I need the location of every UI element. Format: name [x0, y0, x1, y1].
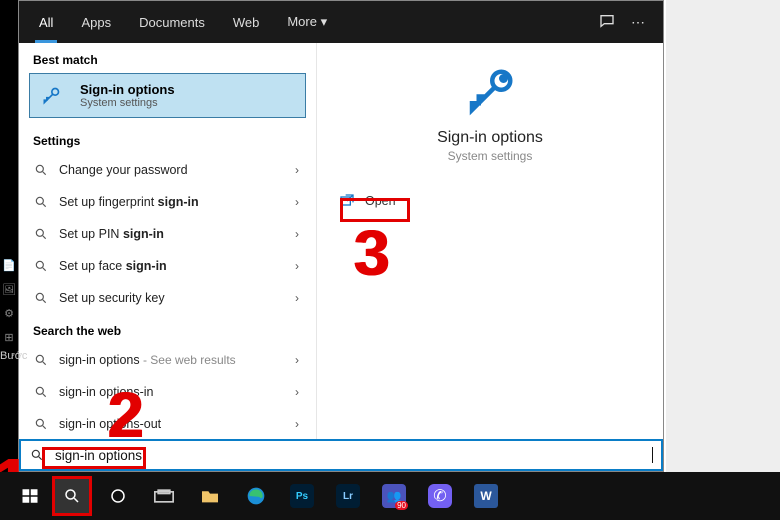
web-result-item[interactable]: sign-in options-out› — [19, 408, 316, 439]
result-label: sign-in options-out — [59, 417, 292, 431]
taskbar-viber-icon[interactable]: ✆ — [420, 476, 460, 516]
chevron-right-icon: › — [292, 291, 302, 305]
detail-title: Sign-in options — [333, 129, 647, 147]
tab-web[interactable]: Web — [219, 1, 274, 43]
search-icon — [33, 194, 49, 210]
taskbar-search-icon[interactable] — [52, 476, 92, 516]
search-icon — [33, 226, 49, 242]
taskbar-lightroom-icon[interactable]: Lr — [328, 476, 368, 516]
buoc-label: Bước — [0, 350, 27, 362]
screenshot-frame: 📄 🖼 ⚙ ⊞ All Apps Documents Web More ▾ ⋯ … — [0, 0, 780, 520]
tab-apps[interactable]: Apps — [67, 1, 125, 43]
right-gutter — [666, 0, 780, 472]
detail-subtitle: System settings — [333, 149, 647, 163]
open-action[interactable]: Open — [333, 189, 647, 213]
results-column: Best match Sign-in options System settin… — [19, 43, 317, 439]
web-header: Search the web — [19, 314, 316, 344]
key-icon-large — [463, 65, 517, 119]
settings-result-item[interactable]: Set up face sign-in› — [19, 250, 316, 282]
open-label: Open — [365, 194, 396, 208]
web-result-item[interactable]: sign-in options - See web results› — [19, 344, 316, 376]
search-icon — [33, 290, 49, 306]
strip-icon: ⊞ — [0, 328, 18, 346]
tabs-right-icons: ⋯ — [599, 13, 657, 32]
chevron-right-icon: › — [292, 385, 302, 399]
best-match-title: Sign-in options — [80, 82, 175, 97]
web-result-item[interactable]: sign-in options-in› — [19, 376, 316, 408]
strip-icon: 🖼 — [0, 280, 18, 298]
chevron-right-icon: › — [292, 163, 302, 177]
search-tabs: All Apps Documents Web More ▾ ⋯ — [19, 1, 663, 43]
tab-documents[interactable]: Documents — [125, 1, 219, 43]
tab-more[interactable]: More ▾ — [273, 1, 341, 43]
settings-header: Settings — [19, 124, 316, 154]
taskbar-explorer-icon[interactable] — [190, 476, 230, 516]
strip-icon: 📄 — [0, 256, 18, 274]
result-label: Set up PIN sign-in — [59, 227, 292, 241]
best-match-header: Best match — [19, 43, 316, 73]
left-vertical-strip: 📄 🖼 ⚙ ⊞ — [0, 0, 18, 472]
search-icon — [33, 258, 49, 274]
settings-result-item[interactable]: Set up security key› — [19, 282, 316, 314]
strip-icon: ⚙ — [0, 304, 18, 322]
feedback-icon[interactable] — [599, 13, 615, 32]
chevron-right-icon: › — [292, 417, 302, 431]
taskbar-taskview-icon[interactable] — [144, 476, 184, 516]
text-caret — [652, 447, 653, 463]
best-match-result[interactable]: Sign-in options System settings — [29, 73, 306, 118]
search-icon — [33, 416, 49, 432]
result-label: sign-in options-in — [59, 385, 292, 399]
settings-result-item[interactable]: Set up PIN sign-in› — [19, 218, 316, 250]
settings-result-item[interactable]: Change your password› — [19, 154, 316, 186]
chevron-right-icon: › — [292, 259, 302, 273]
search-input[interactable] — [55, 448, 651, 463]
search-panel: All Apps Documents Web More ▾ ⋯ Best mat… — [18, 0, 664, 472]
settings-list: Change your password›Set up fingerprint … — [19, 154, 316, 314]
taskbar-start-button[interactable] — [10, 476, 50, 516]
open-icon — [339, 193, 355, 209]
more-icon[interactable]: ⋯ — [631, 14, 645, 31]
chevron-right-icon: › — [292, 195, 302, 209]
result-label: Set up fingerprint sign-in — [59, 195, 292, 209]
taskbar: Ps Lr 👥90 ✆ W — [0, 472, 780, 520]
detail-column: Sign-in options System settings Open — [317, 43, 663, 439]
search-icon — [33, 162, 49, 178]
result-label: Set up face sign-in — [59, 259, 292, 273]
taskbar-edge-icon[interactable] — [236, 476, 276, 516]
search-columns: Best match Sign-in options System settin… — [19, 43, 663, 439]
taskbar-photoshop-icon[interactable]: Ps — [282, 476, 322, 516]
search-icon — [33, 352, 49, 368]
result-label: Set up security key — [59, 291, 292, 305]
search-icon — [33, 384, 49, 400]
chevron-right-icon: › — [292, 227, 302, 241]
settings-result-item[interactable]: Set up fingerprint sign-in› — [19, 186, 316, 218]
key-icon — [40, 85, 62, 107]
result-label: sign-in options - See web results — [59, 353, 292, 367]
tab-all[interactable]: All — [25, 1, 67, 43]
search-icon — [29, 447, 45, 463]
taskbar-teams-icon[interactable]: 👥90 — [374, 476, 414, 516]
chevron-right-icon: › — [292, 353, 302, 367]
taskbar-cortana-icon[interactable] — [98, 476, 138, 516]
taskbar-word-icon[interactable]: W — [466, 476, 506, 516]
best-match-subtitle: System settings — [80, 97, 175, 109]
web-list: sign-in options - See web results›sign-i… — [19, 344, 316, 439]
search-box[interactable] — [19, 439, 663, 471]
result-label: Change your password — [59, 163, 292, 177]
best-match-text: Sign-in options System settings — [80, 82, 175, 109]
